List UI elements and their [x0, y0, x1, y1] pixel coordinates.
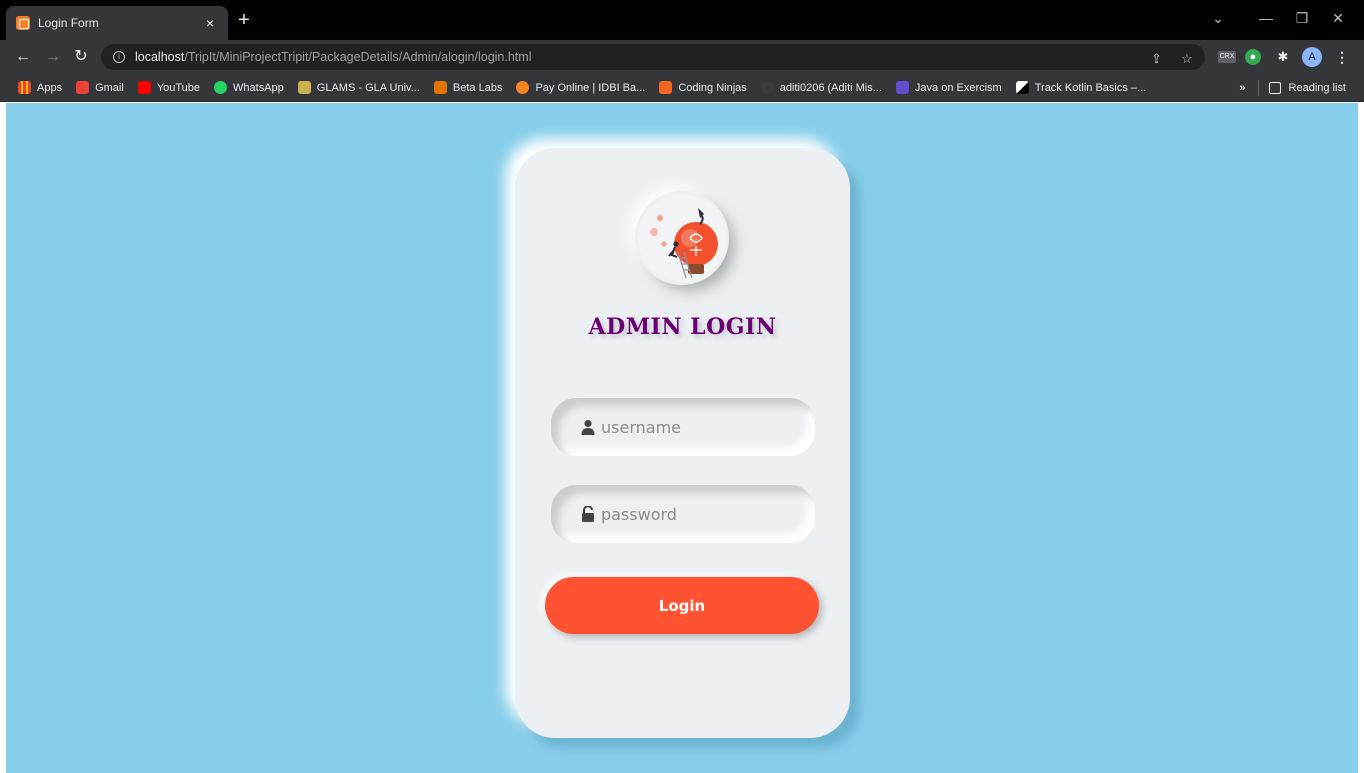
url-host: localhost: [135, 50, 185, 64]
new-tab-button[interactable]: +: [234, 10, 254, 30]
bookmark-whatsapp[interactable]: WhatsApp: [214, 81, 284, 94]
tab-close-icon[interactable]: ×: [202, 15, 218, 31]
bookmark-exercism[interactable]: Java on Exercism: [895, 81, 1002, 94]
back-icon[interactable]: ←: [12, 46, 34, 68]
bookmark-kotlin[interactable]: Track Kotlin Basics –...: [1015, 81, 1146, 94]
user-icon: [581, 419, 595, 435]
username-input[interactable]: [601, 417, 801, 437]
tab-login-form[interactable]: Login Form ×: [6, 6, 228, 40]
browser-menu-icon[interactable]: ⋮: [1334, 49, 1350, 65]
login-button[interactable]: Login: [545, 577, 819, 634]
more-bookmarks-icon[interactable]: »: [1239, 82, 1245, 94]
crx-extension-icon[interactable]: CRX: [1218, 51, 1236, 63]
password-input[interactable]: [601, 504, 801, 524]
bookmark-coding-ninjas[interactable]: Coding Ninjas: [659, 81, 747, 94]
youtube-icon: [137, 81, 151, 94]
close-window-icon[interactable]: ✕: [1326, 10, 1350, 27]
bookmark-github[interactable]: aditi0206 (Aditi Mis...: [760, 81, 882, 94]
whatsapp-icon: [214, 81, 228, 94]
tab-strip: Login Form × + ⌄ — ❐ ✕: [0, 0, 1364, 40]
apps-grid-icon: [18, 81, 31, 94]
exercism-icon: [895, 81, 909, 94]
kotlin-icon: [1015, 81, 1029, 94]
share-icon[interactable]: ⇪: [1151, 51, 1162, 67]
bookmark-star-icon[interactable]: ☆: [1181, 51, 1193, 67]
bookmark-idbi[interactable]: Pay Online | IDBI Ba...: [516, 81, 645, 94]
bookmarks-bar: Apps Gmail YouTube WhatsApp GLAMS - GLA …: [0, 74, 1364, 102]
lightbulb-illustration-icon: [638, 194, 726, 282]
bookmark-apps[interactable]: Apps: [18, 81, 62, 94]
minimize-icon[interactable]: —: [1254, 10, 1278, 26]
glams-icon: [297, 81, 311, 94]
forward-icon[interactable]: →: [42, 46, 64, 68]
idbi-icon: [516, 81, 530, 94]
tab-search-icon[interactable]: ⌄: [1206, 10, 1230, 27]
username-field[interactable]: [551, 398, 815, 456]
coding-ninjas-icon: [659, 81, 673, 94]
profile-avatar[interactable]: A: [1302, 47, 1322, 67]
github-icon: [760, 81, 774, 94]
bookmarks-divider: [1257, 80, 1259, 96]
beta-labs-icon: [433, 81, 447, 94]
page-viewport: ADMIN LOGIN Login: [6, 103, 1358, 773]
extensions-puzzle-icon[interactable]: ✱: [1275, 49, 1291, 65]
reading-list-button[interactable]: Reading list: [1289, 82, 1346, 94]
browser-toolbar: ← → ↻ i localhost/TripIt/MiniProjectTrip…: [0, 40, 1364, 74]
bookmark-gmail[interactable]: Gmail: [76, 81, 124, 94]
reload-icon[interactable]: ↻: [70, 46, 92, 68]
login-card: ADMIN LOGIN Login: [515, 148, 850, 738]
page-title: ADMIN LOGIN: [588, 314, 777, 340]
unlock-icon: [582, 506, 594, 522]
green-extension-icon[interactable]: ●: [1245, 49, 1261, 65]
bookmark-beta-labs[interactable]: Beta Labs: [433, 81, 502, 94]
restore-icon[interactable]: ❐: [1290, 10, 1314, 27]
bookmark-glams[interactable]: GLAMS - GLA Univ...: [297, 81, 420, 94]
password-field[interactable]: [551, 485, 815, 543]
xampp-favicon-icon: [16, 16, 30, 30]
url-path: /TripIt/MiniProjectTripit/PackageDetails…: [184, 50, 532, 64]
address-bar[interactable]: i localhost/TripIt/MiniProjectTripit/Pac…: [101, 44, 1205, 70]
reading-list-icon: [1268, 82, 1281, 94]
bookmark-youtube[interactable]: YouTube: [137, 81, 200, 94]
gmail-icon: [76, 81, 90, 94]
idea-bulb-logo: [638, 194, 726, 282]
bookmarks-right: » Reading list: [1239, 74, 1346, 102]
tab-title: Login Form: [38, 16, 99, 30]
site-info-icon[interactable]: i: [113, 51, 125, 63]
